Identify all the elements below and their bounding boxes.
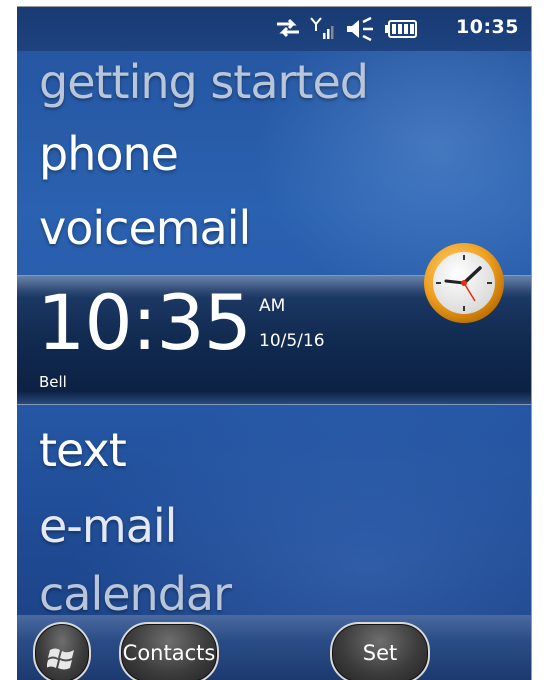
start-button[interactable] (33, 622, 91, 680)
menu-item-voicemail[interactable]: voicemail (39, 205, 251, 251)
clock-ampm: AM (259, 296, 286, 316)
menu-item-phone[interactable]: phone (39, 131, 179, 177)
menu-item-calendar[interactable]: calendar (39, 571, 232, 617)
alarm-label: Bell (39, 373, 67, 391)
status-bar-time[interactable]: 10:35 (456, 16, 519, 38)
data-sync-icon[interactable] (275, 17, 301, 43)
signal-icon[interactable] (310, 17, 334, 45)
set-button[interactable]: Set (330, 622, 430, 680)
today-screen: 10:35 getting started phone voicemail 10… (17, 7, 531, 680)
clock-time[interactable]: 10:35 (37, 285, 252, 361)
menu-item-email[interactable]: e-mail (39, 503, 177, 549)
menu-item-getting-started[interactable]: getting started (39, 59, 369, 105)
menu-item-text[interactable]: text (39, 427, 127, 473)
contacts-button[interactable]: Contacts (119, 622, 219, 680)
softkey-bar (17, 615, 531, 680)
speaker-icon[interactable] (345, 16, 375, 45)
battery-icon[interactable] (385, 20, 417, 42)
windows-start-icon (46, 638, 77, 680)
clock-icon[interactable] (422, 241, 506, 329)
screen-frame-right (531, 7, 532, 680)
status-bar: 10:35 (17, 7, 531, 51)
clock-date: 10/5/16 (259, 331, 325, 351)
